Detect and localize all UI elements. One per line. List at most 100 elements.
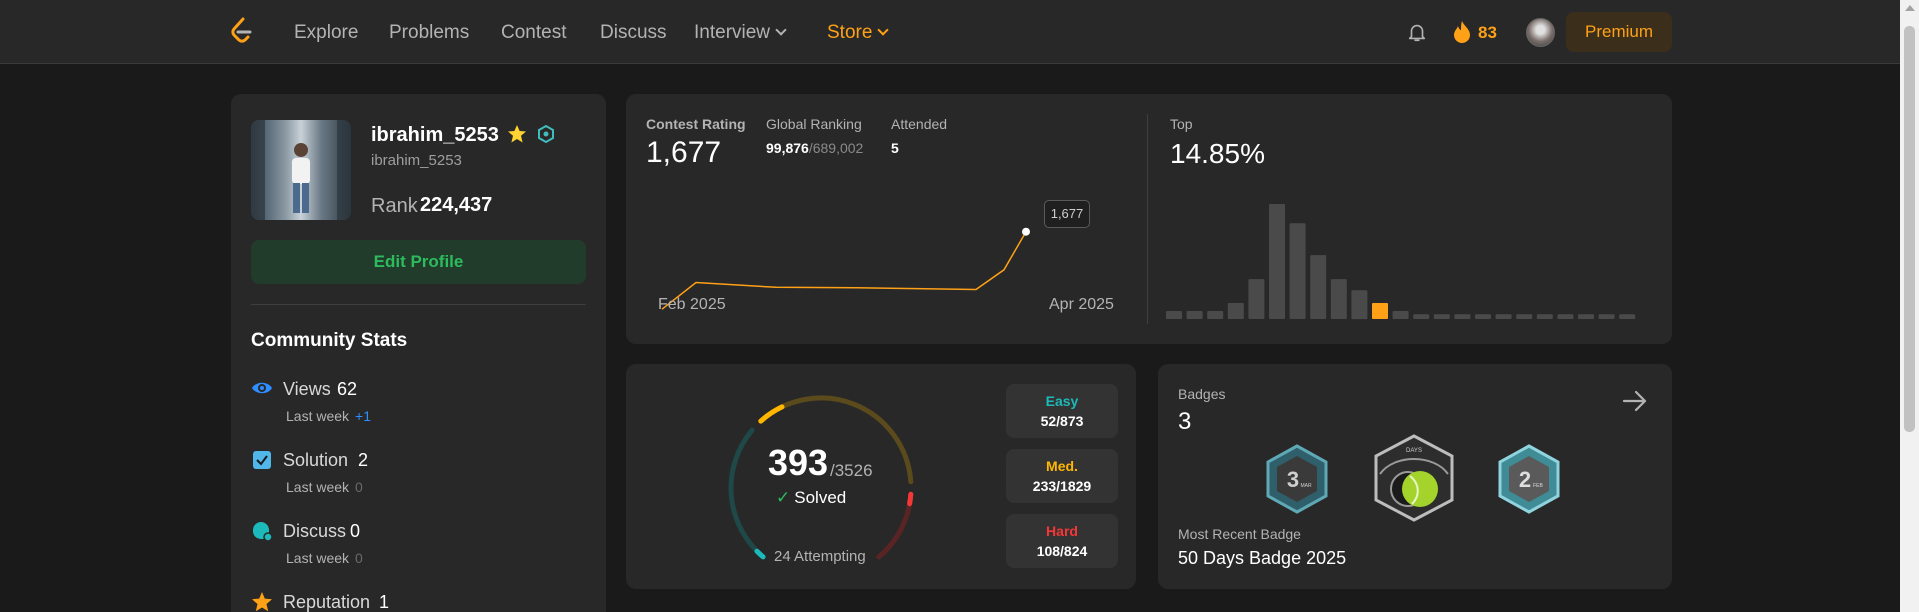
nav-interview-label: Interview [694, 22, 771, 43]
badges-label: Badges [1178, 386, 1226, 402]
histogram-bar [1166, 311, 1182, 319]
views-value: 62 [337, 379, 358, 399]
views-label: Views [283, 379, 331, 399]
histogram-bar [1413, 314, 1430, 319]
solution-last-week-label: Last week [286, 479, 350, 495]
medium-progress-arc [758, 404, 785, 424]
attempting-count: 24 Attempting [774, 548, 866, 565]
histogram-bar [1433, 314, 1450, 319]
edit-profile-button[interactable]: Edit Profile [251, 240, 586, 284]
streak-count: 83 [1478, 23, 1497, 42]
days-badge-tag: DAYS [1406, 448, 1422, 454]
histogram-bar [1269, 204, 1285, 319]
histogram-bar [1536, 314, 1553, 319]
most-recent-badge-label: Most Recent Badge [1178, 526, 1301, 542]
solved-label-text: Solved [794, 488, 847, 507]
histogram-bar [1516, 314, 1533, 319]
hard-value: 108/824 [1036, 543, 1088, 559]
easy-track-arc [728, 427, 766, 560]
notification-bell-icon[interactable] [1406, 21, 1428, 43]
arrow-right-icon[interactable] [1620, 386, 1650, 416]
eye-icon [252, 382, 272, 394]
discuss-last-week-label: Last week [286, 550, 350, 566]
solution-last-week: Last week 0 [286, 479, 363, 495]
easy-progress-arc [754, 548, 766, 560]
chevron-down-icon [877, 24, 890, 36]
nav-problems[interactable]: Problems [389, 22, 469, 44]
histogram-bar [1454, 314, 1471, 319]
scrollbar-thumb[interactable] [1904, 26, 1915, 432]
check-icon: ✓ [776, 488, 791, 507]
nav-interview[interactable]: Interview [694, 22, 787, 44]
histogram-bar [1207, 311, 1224, 319]
solved-count: 393 [768, 442, 829, 483]
reputation-label: Reputation [283, 592, 371, 612]
histogram-bar [1495, 314, 1512, 319]
rank-value: 224,437 [420, 194, 493, 216]
x-axis-end-label: Apr 2025 [1049, 296, 1114, 313]
fire-streak-icon[interactable] [1452, 20, 1472, 44]
views-last-week: Last week +1 [286, 408, 371, 424]
solution-delta: 0 [355, 479, 363, 495]
rating-tooltip: 1,677 [1044, 200, 1090, 228]
histogram-bar [1310, 255, 1327, 319]
histogram-bar-current [1372, 303, 1388, 319]
scroll-up-arrow-icon[interactable] [1905, 5, 1915, 11]
histogram-bar [1619, 314, 1636, 319]
profile-handle: ibrahim_5253 [371, 152, 462, 169]
hard-track-arc [876, 491, 914, 560]
histogram-bar [1248, 279, 1265, 319]
reputation-value: 1 [379, 592, 390, 612]
easy-stat[interactable]: Easy 52/873 [1006, 384, 1118, 438]
nav-discuss[interactable]: Discuss [600, 22, 667, 44]
profile-card: ibrahim_5253 ibrahim_5253 Rank 224,437 E… [231, 94, 606, 612]
views-last-week-label: Last week [286, 408, 350, 424]
badges-count: 3 [1178, 408, 1192, 435]
contest-rating-card: Contest Rating 1,677 Global Ranking 99,8… [626, 94, 1672, 344]
histogram-bar [1186, 311, 1203, 319]
rating-point-current [1022, 227, 1030, 236]
50-days-badge-icon[interactable]: DAYS [1374, 434, 1454, 522]
leetcode-logo-icon[interactable] [226, 16, 256, 46]
medium-label: Med. [1046, 458, 1078, 474]
premium-button[interactable]: Premium [1566, 12, 1672, 52]
community-stats-title: Community Stats [251, 330, 408, 351]
discuss-value: 0 [350, 521, 361, 541]
march-badge-num: 3 [1287, 467, 1299, 492]
top-percent-value: 14.85% [1170, 138, 1265, 169]
easy-label: Easy [1045, 393, 1079, 409]
march-badge-tag: MAR [1300, 483, 1312, 489]
histogram-bar [1392, 311, 1409, 319]
solution-label: Solution [283, 450, 349, 470]
hard-progress-arc [907, 491, 914, 507]
ranking-histogram[interactable] [1166, 194, 1656, 324]
star-icon[interactable] [507, 124, 527, 144]
histogram-bar [1289, 223, 1306, 319]
nav-explore[interactable]: Explore [294, 22, 358, 44]
histogram-bar [1598, 314, 1615, 319]
nav-store[interactable]: Store [827, 22, 890, 44]
histogram-bar [1330, 279, 1347, 319]
feb-badge-icon[interactable]: 2 FEB [1496, 444, 1562, 514]
nav-contest[interactable]: Contest [501, 22, 566, 44]
top-label: Top [1170, 116, 1193, 132]
divider [251, 304, 586, 305]
march-badge-icon[interactable]: 3 MAR [1264, 444, 1330, 514]
user-avatar[interactable] [1526, 18, 1555, 47]
solution-value: 2 [358, 450, 369, 470]
solved-total: /3526 [830, 461, 873, 480]
checkbox-icon [253, 451, 271, 469]
medium-stat[interactable]: Med. 233/1829 [1006, 449, 1118, 503]
nav-store-label: Store [827, 22, 873, 43]
histogram-bar [1227, 303, 1244, 319]
hexagon-badge-icon[interactable] [537, 125, 555, 143]
discuss-label: Discuss [283, 521, 347, 541]
views-delta: +1 [355, 408, 372, 424]
badges-card: Badges 3 3 MAR DAYS 2 FEB Most Recent Ba… [1158, 364, 1672, 589]
hard-stat[interactable]: Hard 108/824 [1006, 514, 1118, 568]
solved-label: ✓ Solved [776, 488, 846, 508]
profile-username: ibrahim_5253 [371, 124, 499, 146]
profile-photo [251, 120, 351, 220]
most-recent-badge-name: 50 Days Badge 2025 [1178, 548, 1347, 568]
histogram-bar [1578, 314, 1594, 319]
